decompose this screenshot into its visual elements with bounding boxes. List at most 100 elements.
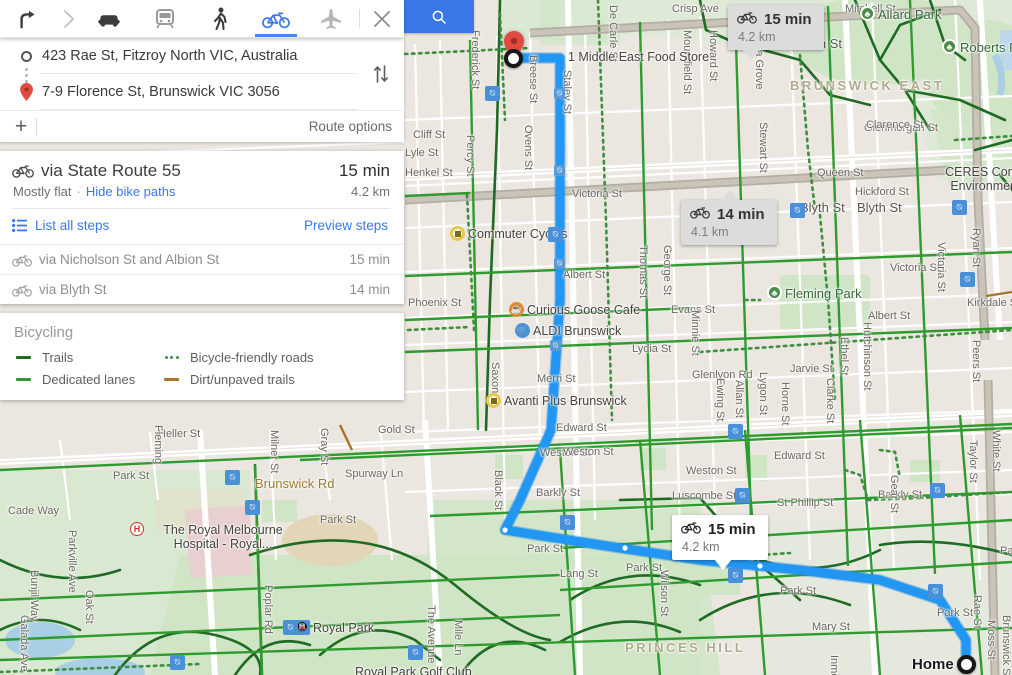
- origin-marker-home[interactable]: [957, 655, 976, 674]
- legend-label: Trails: [42, 350, 74, 365]
- options-row[interactable]: + Route options: [0, 110, 404, 142]
- toggle-bike-paths-link[interactable]: Hide bike paths: [86, 184, 176, 199]
- swap-endpoints-button[interactable]: [368, 59, 394, 89]
- route-actions[interactable]: List all steps Preview steps: [12, 209, 390, 244]
- legend-title: Bicycling: [14, 324, 74, 341]
- directions-icon: [20, 10, 35, 28]
- badge-distance: 4.2 km: [682, 540, 720, 554]
- destination-marker-icon: [12, 83, 40, 101]
- bike-crossing-icon: ⍉: [554, 165, 565, 176]
- bike-crossing-icon: ⍉: [485, 86, 500, 101]
- transit-icon: [155, 8, 174, 28]
- park-poi-icon[interactable]: ♣: [860, 6, 875, 21]
- pin-icon: [19, 83, 33, 101]
- primary-route[interactable]: via State Route 55 15 min Mostly flat · …: [0, 151, 404, 244]
- destination-row[interactable]: 7-9 Florence St, Brunswick VIC 3056: [0, 74, 360, 110]
- legend-swatch: [14, 356, 33, 359]
- legend-item: Trails: [14, 350, 162, 365]
- separator-dot: ·: [76, 184, 81, 199]
- swap-arrows-icon: [374, 65, 388, 83]
- alternate-route-time: 14 min: [349, 282, 390, 297]
- chevron-right-icon: [63, 9, 74, 28]
- badge-time: 14 min: [717, 206, 765, 223]
- bike-crossing-icon: ⍉: [554, 258, 565, 269]
- hospital-poi-icon[interactable]: H: [130, 522, 144, 536]
- address-rows: 423 Rae St, Fitzroy North VIC, Australia…: [0, 38, 404, 110]
- bicycle-icon: [261, 12, 290, 28]
- bicycle-icon: [681, 520, 701, 539]
- primary-route-header: via State Route 55 15 min: [12, 161, 390, 181]
- bike-crossing-icon: ⍉: [728, 568, 743, 583]
- bike-crossing-icon: ⍉: [930, 483, 945, 498]
- legend-label: Dirt/unpaved trails: [190, 372, 295, 387]
- route-start-marker[interactable]: [504, 49, 523, 68]
- route-time-badge[interactable]: 15 min 4.2 km: [672, 515, 768, 570]
- bike-crossing-icon: ⍉: [245, 500, 260, 515]
- badge-tail: [742, 49, 760, 60]
- bike-crossing-icon: ⍉: [735, 488, 750, 503]
- shop-poi-icon[interactable]: 🛒: [515, 323, 530, 338]
- mode-transit[interactable]: [137, 0, 193, 37]
- legend-item: Dedicated lanes: [14, 372, 162, 387]
- alternate-route-row[interactable]: via Nicholson St and Albion St 15 min: [0, 244, 404, 274]
- bicycle-icon: [12, 163, 34, 183]
- bike-crossing-icon: ⍉: [952, 200, 967, 215]
- legend-items: Trails Bicycle-friendly roads Dedicated la…: [14, 350, 390, 387]
- directions-panel[interactable]: 423 Rae St, Fitzroy North VIC, Australia…: [0, 0, 404, 400]
- mode-directions[interactable]: [0, 0, 56, 37]
- legend-item: Bicycle-friendly roads: [162, 350, 390, 365]
- route-time-badge[interactable]: 15 min 4.2 km: [728, 5, 824, 60]
- bike-crossing-icon: ⍉: [560, 515, 575, 530]
- cafe-poi-icon[interactable]: ☕: [509, 302, 524, 317]
- bike-crossing-icon: ⍉: [928, 584, 943, 599]
- bicycling-legend-card: Bicycling Trails Bicycle-friendly roads De…: [0, 313, 404, 400]
- search-button[interactable]: [404, 0, 474, 33]
- origin-marker-icon: [12, 50, 40, 62]
- add-destination-button[interactable]: +: [12, 116, 30, 137]
- list-icon: [12, 219, 27, 232]
- mode-walking[interactable]: [193, 0, 249, 37]
- legend-label: Dedicated lanes: [42, 372, 136, 387]
- mode-driving[interactable]: [82, 0, 138, 37]
- destination-input[interactable]: 7-9 Florence St, Brunswick VIC 3056: [40, 74, 356, 110]
- bike-crossing-icon: ⍉: [550, 340, 561, 351]
- alternate-route-row[interactable]: via Blyth St 14 min: [0, 274, 404, 304]
- bike-crossing-icon: ⍉: [554, 88, 565, 99]
- close-icon: [374, 10, 390, 27]
- bicycle-icon: [690, 205, 710, 224]
- terrain-label: Mostly flat: [13, 184, 72, 199]
- park-poi-icon[interactable]: ♣: [767, 285, 782, 300]
- bike-crossing-icon: ⍉: [170, 655, 185, 670]
- mode-flights[interactable]: [304, 0, 360, 37]
- route-options-button[interactable]: Route options: [309, 119, 392, 134]
- bicycle-icon: [737, 10, 757, 29]
- origin-row[interactable]: 423 Rae St, Fitzroy North VIC, Australia: [0, 38, 360, 74]
- legend-swatch: [14, 378, 33, 381]
- bike-poi-icon[interactable]: [450, 226, 465, 241]
- mode-bicycling[interactable]: [248, 0, 304, 37]
- address-card[interactable]: 423 Rae St, Fitzroy North VIC, Australia…: [0, 38, 404, 142]
- badge-tail: [721, 190, 740, 201]
- routes-card[interactable]: via State Route 55 15 min Mostly flat · …: [0, 151, 404, 304]
- options-divider: [36, 117, 37, 136]
- alternate-routes-list[interactable]: via Nicholson St and Albion St 15 min via …: [0, 244, 404, 304]
- primary-route-subinfo: Mostly flat · Hide bike paths 4.2 km: [12, 184, 390, 199]
- park-poi-icon[interactable]: ♣: [942, 39, 957, 54]
- mode-expand-chevron[interactable]: [56, 0, 82, 37]
- legend-label: Bicycle-friendly roads: [190, 350, 314, 365]
- travel-mode-bar[interactable]: [0, 0, 404, 38]
- primary-route-title: via State Route 55: [41, 161, 181, 180]
- close-directions-button[interactable]: [360, 0, 404, 37]
- bike-crossing-icon: ⍉: [790, 203, 805, 218]
- bicycle-icon: [12, 253, 32, 267]
- bike-crossing-icon: ⍉: [283, 620, 298, 635]
- origin-input[interactable]: 423 Rae St, Fitzroy North VIC, Australia: [40, 38, 356, 74]
- preview-steps-button[interactable]: Preview steps: [304, 218, 388, 233]
- route-connector-dots: [25, 68, 28, 84]
- route-time-badge[interactable]: 14 min 4.1 km: [681, 190, 777, 245]
- bicycle-icon: [12, 283, 32, 297]
- badge-distance: 4.1 km: [691, 225, 729, 239]
- list-all-steps-button[interactable]: List all steps: [12, 218, 109, 233]
- bike-crossing-icon: ⍉: [960, 272, 975, 287]
- bike-poi-icon[interactable]: [486, 393, 501, 408]
